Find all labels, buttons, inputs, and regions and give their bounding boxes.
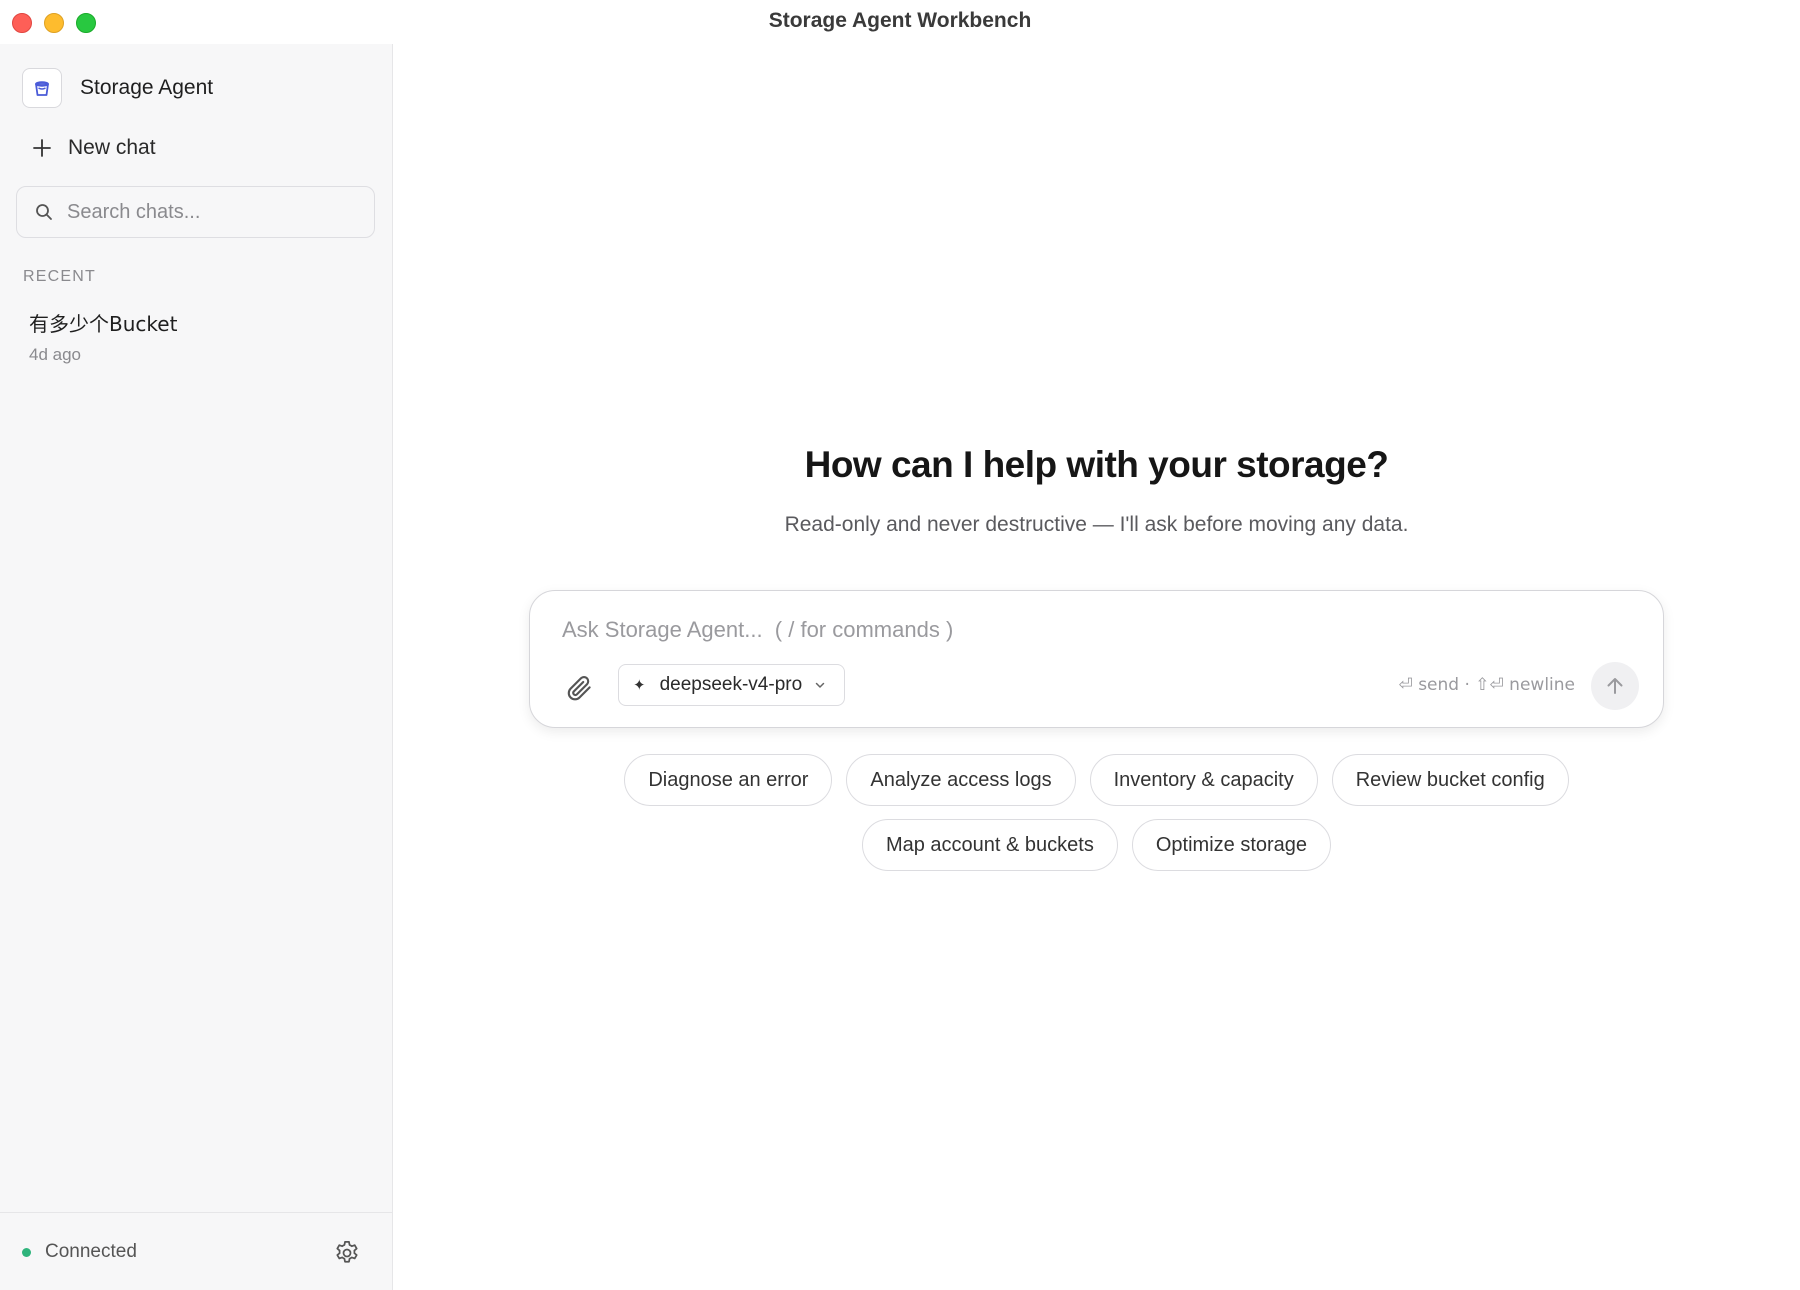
sidebar-footer: Connected	[0, 1212, 392, 1290]
chat-list-item[interactable]: 有多少个Bucket 4d ago	[14, 300, 374, 373]
welcome-heading: How can I help with your storage?	[804, 444, 1389, 485]
window-title: Storage Agent Workbench	[768, 9, 1032, 32]
message-input[interactable]	[560, 615, 1624, 651]
main-content: How can I help with your storage? Read-o…	[393, 44, 1800, 1290]
brand-name: Storage Agent	[80, 76, 214, 99]
bucket-icon	[22, 68, 62, 108]
recent-section-label: RECENT	[23, 268, 96, 285]
arrow-up-icon	[1607, 678, 1623, 694]
sidebar: Storage Agent New chat RECENT 有多少个Bucket…	[0, 44, 393, 1290]
chat-time: 4d ago	[29, 345, 81, 364]
sparkle-icon: ✦	[633, 677, 646, 694]
status-indicator	[22, 1248, 31, 1257]
model-name: deepseek-v4-pro	[659, 674, 803, 695]
suggestion-row: Map account & buckets Optimize storage	[393, 819, 1800, 871]
search-box	[16, 186, 375, 238]
send-button[interactable]	[1591, 662, 1639, 710]
attach-button[interactable]	[564, 673, 594, 703]
app-window: Storage Agent Workbench Storage Agent Ne…	[0, 0, 1800, 1290]
settings-button[interactable]	[333, 1239, 361, 1267]
welcome-subheading: Read-only and never destructive — I'll a…	[784, 513, 1409, 536]
suggestion-inventory-capacity[interactable]: Inventory & capacity	[1089, 754, 1318, 806]
model-selector[interactable]: ✦ deepseek-v4-pro	[618, 664, 846, 706]
new-chat-button[interactable]: New chat	[32, 136, 156, 160]
suggestion-analyze-access-logs[interactable]: Analyze access logs	[846, 754, 1076, 806]
suggestion-review-bucket-config[interactable]: Review bucket config	[1331, 754, 1569, 806]
connection-status: Connected	[45, 1241, 137, 1262]
chat-title: 有多少个Bucket	[29, 312, 178, 336]
keyboard-hint: ⏎ send · ⇧⏎ newline	[1398, 675, 1575, 695]
plus-icon	[33, 139, 51, 157]
chevron-down-icon	[815, 682, 825, 688]
new-chat-label: New chat	[68, 136, 156, 159]
chat-composer: ✦ deepseek-v4-pro ⏎ send · ⇧⏎ newline	[529, 590, 1664, 728]
suggestion-optimize-storage[interactable]: Optimize storage	[1131, 819, 1332, 871]
suggestion-row: Diagnose an error Analyze access logs In…	[393, 754, 1800, 806]
suggestion-chips: Diagnose an error Analyze access logs In…	[393, 754, 1800, 884]
search-icon	[36, 204, 52, 220]
search-input[interactable]	[65, 199, 359, 225]
suggestion-map-account-buckets[interactable]: Map account & buckets	[861, 819, 1118, 871]
gear-icon	[336, 1241, 358, 1263]
suggestion-diagnose-error[interactable]: Diagnose an error	[624, 754, 833, 806]
paperclip-icon	[567, 676, 591, 701]
title-bar: Storage Agent Workbench	[0, 0, 1800, 44]
brand: Storage Agent	[22, 68, 213, 108]
